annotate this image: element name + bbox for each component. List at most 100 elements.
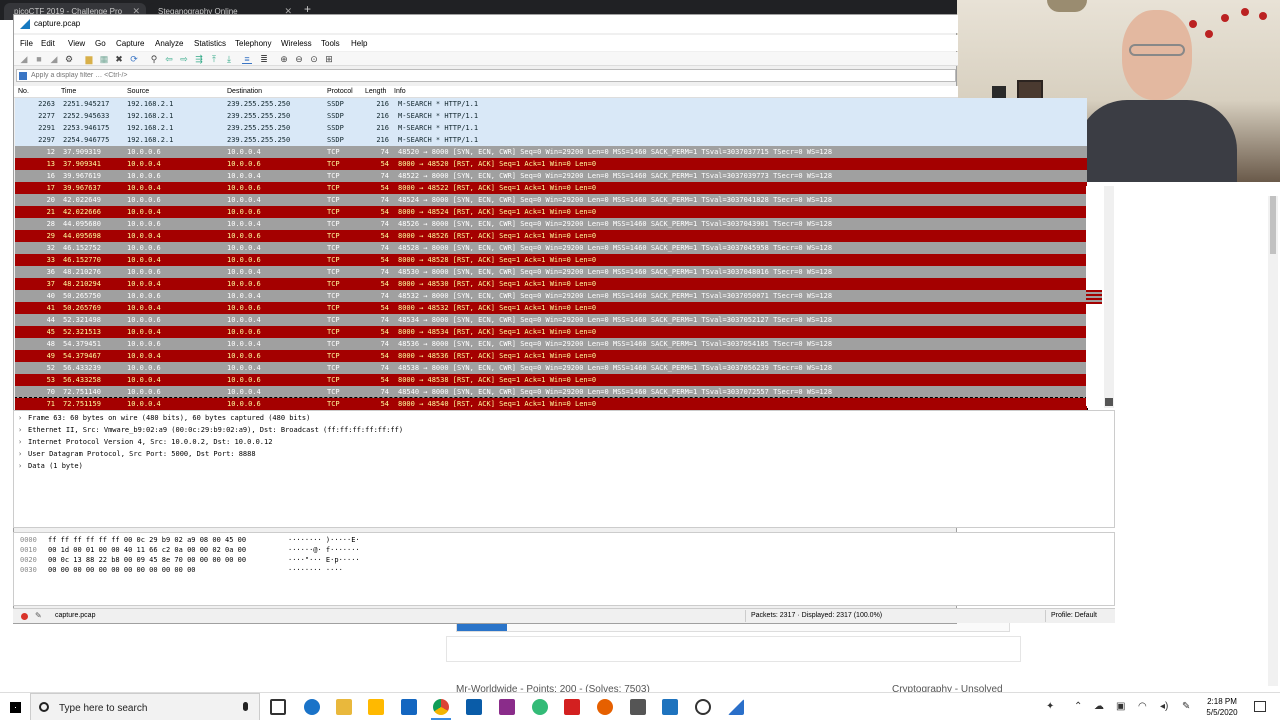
- packet-row[interactable]: 29 44.095698 10.0.0.4 10.0.0.6 TCP 54 8000 → 4…: [15, 230, 1087, 242]
- autoscroll-icon[interactable]: ≡: [242, 54, 252, 64]
- goto-packet-icon[interactable]: ⇶: [194, 54, 204, 64]
- menu-go[interactable]: Go: [95, 39, 106, 48]
- packet-row[interactable]: 71 72.751159 10.0.0.4 10.0.0.6 TCP 54 8000 → 4…: [15, 397, 1088, 411]
- volume-icon[interactable]: ◂): [1160, 701, 1168, 712]
- chevron-up-icon[interactable]: ⌃: [1074, 701, 1082, 712]
- menu-telephony[interactable]: Telephony: [235, 39, 271, 48]
- menu-analyze[interactable]: Analyze: [155, 39, 183, 48]
- packet-row[interactable]: 41 50.265769 10.0.0.4 10.0.0.6 TCP 54 8000 → 4…: [15, 302, 1087, 314]
- edit-comment-icon[interactable]: ✎: [35, 611, 42, 620]
- menu-help[interactable]: Help: [351, 39, 367, 48]
- store-icon[interactable]: [368, 699, 384, 715]
- packet-row[interactable]: 36 48.210276 10.0.0.6 10.0.0.4 TCP 74 48530 → …: [15, 266, 1087, 278]
- packet-row[interactable]: 33 46.152770 10.0.0.4 10.0.0.6 TCP 54 8000 → 4…: [15, 254, 1087, 266]
- display-filter-input[interactable]: [31, 70, 931, 81]
- packet-row[interactable]: 20 42.022649 10.0.0.6 10.0.0.4 TCP 74 48524 → …: [15, 194, 1087, 206]
- browser-scrollbar[interactable]: [1268, 196, 1278, 686]
- packet-row[interactable]: 2291 2253.946175 192.168.2.1 239.255.255.25…: [15, 122, 1087, 134]
- find-icon[interactable]: ⚲: [149, 54, 159, 64]
- packet-row[interactable]: 17 39.967637 10.0.0.4 10.0.0.6 TCP 54 8000 → 4…: [15, 182, 1087, 194]
- people-icon[interactable]: ✦: [1046, 701, 1054, 712]
- edge-browser-icon[interactable]: [304, 699, 320, 715]
- microphone-icon[interactable]: [243, 702, 248, 711]
- packet-row[interactable]: 40 50.265750 10.0.0.6 10.0.0.4 TCP 74 48532 → …: [15, 290, 1087, 302]
- shark-fin-start-icon[interactable]: ◢: [19, 54, 29, 64]
- packet-minimap[interactable]: [1086, 186, 1102, 406]
- zoom-in-icon[interactable]: ⊕: [279, 54, 289, 64]
- detail-ethernet[interactable]: › Ethernet II, Src: Vmware_b9:02:a9 (00:0…: [18, 426, 403, 434]
- forward-arrow-icon[interactable]: ⇨: [179, 54, 189, 64]
- scrollbar-thumb[interactable]: [1270, 196, 1276, 254]
- taskbar-search-box[interactable]: Type here to search: [30, 693, 260, 720]
- cloud-icon[interactable]: ☁: [1094, 701, 1104, 712]
- packet-row[interactable]: 32 46.152752 10.0.0.6 10.0.0.4 TCP 74 48528 → …: [15, 242, 1087, 254]
- taskbar-clock[interactable]: 2:18 PM 5/5/2020: [1196, 696, 1248, 718]
- status-profile[interactable]: Profile: Default: [1051, 612, 1097, 619]
- column-no[interactable]: No.: [18, 88, 29, 95]
- column-time[interactable]: Time: [61, 88, 76, 95]
- packet-row[interactable]: 21 42.022666 10.0.0.4 10.0.0.6 TCP 54 8000 → 4…: [15, 206, 1087, 218]
- firefox-icon[interactable]: [597, 699, 613, 715]
- stop-icon[interactable]: ■: [34, 54, 44, 64]
- column-protocol[interactable]: Protocol: [327, 88, 353, 95]
- chevron-right-icon[interactable]: ›: [18, 426, 28, 434]
- bookmark-icon[interactable]: [19, 72, 27, 80]
- start-button[interactable]: [0, 693, 30, 720]
- column-destination[interactable]: Destination: [227, 88, 262, 95]
- menu-wireless[interactable]: Wireless: [281, 39, 312, 48]
- packet-row[interactable]: 13 37.909341 10.0.0.4 10.0.0.6 TCP 54 8000 → 4…: [15, 158, 1087, 170]
- app-icon[interactable]: [630, 699, 646, 715]
- task-view-icon[interactable]: [270, 699, 286, 715]
- app-icon[interactable]: [499, 699, 515, 715]
- detail-frame[interactable]: › Frame 63: 60 bytes on wire (480 bits), …: [18, 414, 310, 422]
- packet-row[interactable]: 52 56.433239 10.0.0.6 10.0.0.4 TCP 74 48538 → …: [15, 362, 1087, 374]
- scrollbar-thumb[interactable]: [1105, 398, 1113, 406]
- menu-capture[interactable]: Capture: [116, 39, 144, 48]
- last-packet-icon[interactable]: ⤓: [224, 54, 234, 64]
- detail-ip[interactable]: › Internet Protocol Version 4, Src: 10.0.…: [18, 438, 272, 446]
- restart-icon[interactable]: ◢: [49, 54, 59, 64]
- packet-row[interactable]: 2263 2251.945217 192.168.2.1 239.255.255.25…: [15, 98, 1087, 110]
- menu-file[interactable]: File: [20, 39, 33, 48]
- open-folder-icon[interactable]: ▆: [84, 54, 94, 64]
- acrobat-icon[interactable]: [564, 699, 580, 715]
- app-icon[interactable]: [466, 699, 482, 715]
- options-gear-icon[interactable]: ⚙: [64, 54, 74, 64]
- packet-row[interactable]: 37 48.210294 10.0.0.4 10.0.0.6 TCP 54 8000 → 4…: [15, 278, 1087, 290]
- close-file-icon[interactable]: ✖: [114, 54, 124, 64]
- chevron-right-icon[interactable]: ›: [18, 450, 28, 458]
- wifi-icon[interactable]: ◠: [1138, 701, 1147, 712]
- normal-size-icon[interactable]: ⊙: [309, 54, 319, 64]
- app-icon[interactable]: [662, 699, 678, 715]
- menu-view[interactable]: View: [68, 39, 85, 48]
- column-info[interactable]: Info: [394, 88, 406, 95]
- packet-row[interactable]: 48 54.379451 10.0.0.6 10.0.0.4 TCP 74 48536 → …: [15, 338, 1087, 350]
- file-explorer-icon[interactable]: [336, 699, 352, 715]
- app-icon[interactable]: [695, 699, 711, 715]
- packet-row[interactable]: 45 52.321513 10.0.0.4 10.0.0.6 TCP 54 8000 → 4…: [15, 326, 1087, 338]
- pen-icon[interactable]: ✎: [1182, 701, 1190, 712]
- packet-list-scrollbar[interactable]: [1104, 186, 1114, 408]
- detail-udp[interactable]: › User Datagram Protocol, Src Port: 5000,…: [18, 450, 256, 458]
- chrome-icon[interactable]: [431, 699, 451, 720]
- detail-data[interactable]: › Data (1 byte): [18, 462, 83, 470]
- chevron-right-icon[interactable]: ›: [18, 462, 28, 470]
- save-icon[interactable]: ▦: [99, 54, 109, 64]
- menu-tools[interactable]: Tools: [321, 39, 340, 48]
- packet-row[interactable]: 70 72.751140 10.0.0.6 10.0.0.4 TCP 74 48540 → …: [15, 386, 1087, 398]
- packet-row[interactable]: 49 54.379467 10.0.0.4 10.0.0.6 TCP 54 8000 → 4…: [15, 350, 1087, 362]
- network-device-icon[interactable]: ▣: [1116, 701, 1125, 712]
- back-arrow-icon[interactable]: ⇦: [164, 54, 174, 64]
- packet-row[interactable]: 28 44.095680 10.0.0.6 10.0.0.4 TCP 74 48526 → …: [15, 218, 1087, 230]
- notification-icon[interactable]: [1254, 701, 1266, 712]
- app-icon[interactable]: [532, 699, 548, 715]
- first-packet-icon[interactable]: ⤒: [209, 54, 219, 64]
- colorize-icon[interactable]: ≣: [259, 54, 269, 64]
- packet-row[interactable]: 2277 2252.945633 192.168.2.1 239.255.255.25…: [15, 110, 1087, 122]
- chevron-right-icon[interactable]: ›: [18, 414, 28, 422]
- wireshark-icon[interactable]: [728, 699, 744, 715]
- column-length[interactable]: Length: [365, 88, 386, 95]
- packet-row[interactable]: 12 37.909319 10.0.0.6 10.0.0.4 TCP 74 48520 → …: [15, 146, 1087, 158]
- menu-statistics[interactable]: Statistics: [194, 39, 226, 48]
- mail-icon[interactable]: [401, 699, 417, 715]
